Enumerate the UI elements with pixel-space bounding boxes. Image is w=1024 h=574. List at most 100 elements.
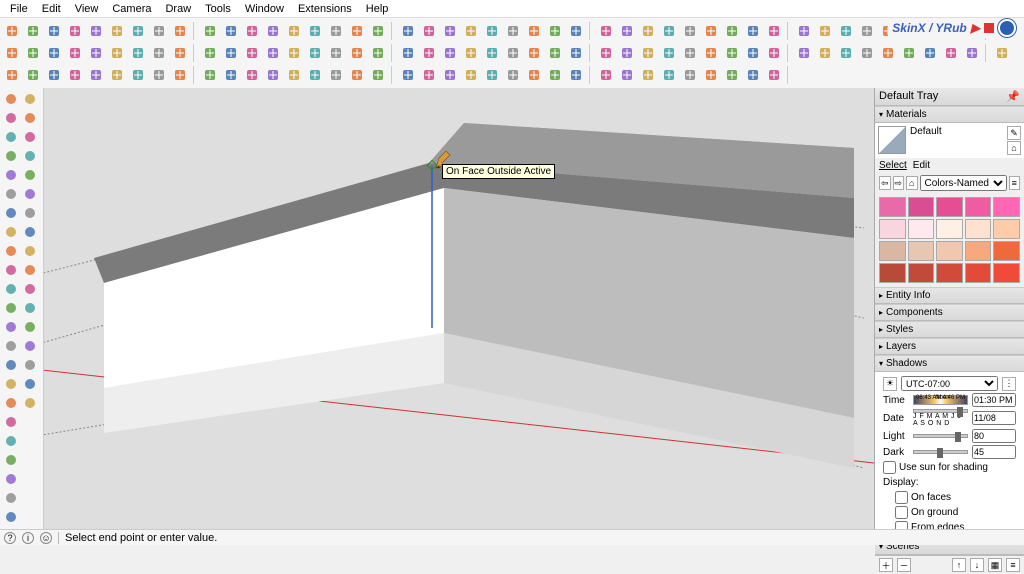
toolbar-button[interactable] <box>263 43 283 63</box>
left-tool-button[interactable] <box>21 318 39 336</box>
toolbar-button[interactable] <box>566 43 586 63</box>
toolbar-button[interactable] <box>878 43 898 63</box>
material-home-icon[interactable]: ⌂ <box>906 176 918 190</box>
play-icon[interactable]: ▶ <box>971 21 980 35</box>
left-tool-button[interactable] <box>2 128 20 146</box>
toolbar-button[interactable] <box>638 65 658 85</box>
toolbar-button[interactable] <box>221 65 241 85</box>
left-tool-button[interactable] <box>21 147 39 165</box>
material-fwd-icon[interactable]: ⇨ <box>893 176 905 190</box>
toolbar-button[interactable] <box>659 65 679 85</box>
scene-menu-icon[interactable]: ≡ <box>1006 558 1020 572</box>
light-slider[interactable] <box>913 434 968 438</box>
toolbar-button[interactable] <box>941 43 961 63</box>
toolbar-button[interactable] <box>524 43 544 63</box>
toolbar-button[interactable] <box>305 65 325 85</box>
menu-draw[interactable]: Draw <box>159 2 197 16</box>
toolbar-button[interactable] <box>368 21 388 41</box>
scene-view-icon[interactable]: ▦ <box>988 558 1002 572</box>
color-swatch[interactable] <box>908 197 935 217</box>
toolbar-button[interactable] <box>680 21 700 41</box>
toolbar-button[interactable] <box>368 43 388 63</box>
toolbar-button[interactable] <box>149 43 169 63</box>
toolbar-button[interactable] <box>305 21 325 41</box>
material-back-icon[interactable]: ⇦ <box>879 176 891 190</box>
toolbar-button[interactable] <box>170 21 190 41</box>
toolbar-button[interactable] <box>638 21 658 41</box>
toolbar-button[interactable] <box>263 21 283 41</box>
toolbar-button[interactable] <box>566 21 586 41</box>
toolbar-button[interactable] <box>503 21 523 41</box>
toolbar-button[interactable] <box>128 43 148 63</box>
toolbar-button[interactable] <box>524 21 544 41</box>
toolbar-button[interactable] <box>545 65 565 85</box>
toolbar-button[interactable] <box>992 43 1012 63</box>
toolbar-button[interactable] <box>200 65 220 85</box>
menu-window[interactable]: Window <box>239 2 290 16</box>
toolbar-button[interactable] <box>617 21 637 41</box>
left-tool-button[interactable] <box>21 394 39 412</box>
toolbar-button[interactable] <box>920 43 940 63</box>
toolbar-button[interactable] <box>242 21 262 41</box>
toolbar-button[interactable] <box>680 65 700 85</box>
color-swatch[interactable] <box>879 219 906 239</box>
menu-view[interactable]: View <box>69 2 105 16</box>
left-tool-button[interactable] <box>21 128 39 146</box>
toolbar-button[interactable] <box>149 65 169 85</box>
menu-help[interactable]: Help <box>360 2 395 16</box>
toolbar-button[interactable] <box>815 43 835 63</box>
toolbar-button[interactable] <box>23 65 43 85</box>
toolbar-button[interactable] <box>743 65 763 85</box>
toolbar-button[interactable] <box>836 43 856 63</box>
toolbar-button[interactable] <box>44 43 64 63</box>
material-sample-icon[interactable]: ⌂ <box>1007 141 1021 155</box>
toolbar-button[interactable] <box>461 21 481 41</box>
toolbar-button[interactable] <box>242 43 262 63</box>
toolbar-button[interactable] <box>503 65 523 85</box>
menu-file[interactable]: File <box>4 2 34 16</box>
toolbar-button[interactable] <box>836 21 856 41</box>
user-icon[interactable]: ☺ <box>40 532 52 544</box>
left-tool-button[interactable] <box>2 280 20 298</box>
toolbar-button[interactable] <box>722 65 742 85</box>
light-input[interactable] <box>972 429 1016 443</box>
material-create-icon[interactable]: ✎ <box>1007 126 1021 140</box>
left-tool-button[interactable] <box>21 356 39 374</box>
toolbar-button[interactable] <box>566 65 586 85</box>
toolbar-button[interactable] <box>482 43 502 63</box>
toolbar-button[interactable] <box>617 43 637 63</box>
use-sun-checkbox[interactable] <box>883 461 896 474</box>
toolbar-button[interactable] <box>107 65 127 85</box>
left-tool-button[interactable] <box>2 508 20 526</box>
toolbar-button[interactable] <box>503 43 523 63</box>
toolbar-button[interactable] <box>857 21 877 41</box>
color-swatch[interactable] <box>879 197 906 217</box>
toolbar-button[interactable] <box>170 43 190 63</box>
toolbar-button[interactable] <box>764 21 784 41</box>
toolbar-button[interactable] <box>440 21 460 41</box>
toolbar-button[interactable] <box>596 43 616 63</box>
date-input[interactable] <box>972 411 1016 425</box>
scene-remove-icon[interactable]: － <box>897 558 911 572</box>
toolbar-button[interactable] <box>419 21 439 41</box>
color-swatch[interactable] <box>908 241 935 261</box>
toolbar-button[interactable] <box>440 65 460 85</box>
panel-layers[interactable]: Layers <box>875 338 1024 355</box>
color-swatch[interactable] <box>936 241 963 261</box>
toolbar-button[interactable] <box>461 43 481 63</box>
toolbar-button[interactable] <box>347 65 367 85</box>
left-tool-button[interactable] <box>21 223 39 241</box>
stop-icon[interactable] <box>984 23 994 33</box>
toolbar-button[interactable] <box>305 43 325 63</box>
toolbar-button[interactable] <box>284 65 304 85</box>
color-swatch[interactable] <box>965 219 992 239</box>
material-library-select[interactable]: Colors-Named <box>920 175 1007 191</box>
date-slider[interactable] <box>913 409 968 413</box>
toolbar-button[interactable] <box>107 21 127 41</box>
shadow-tz-select[interactable]: UTC-07:00 <box>901 376 998 391</box>
color-swatch[interactable] <box>936 219 963 239</box>
left-tool-button[interactable] <box>2 470 20 488</box>
color-swatch[interactable] <box>993 219 1020 239</box>
toolbar-button[interactable] <box>794 21 814 41</box>
time-input[interactable] <box>972 393 1016 407</box>
